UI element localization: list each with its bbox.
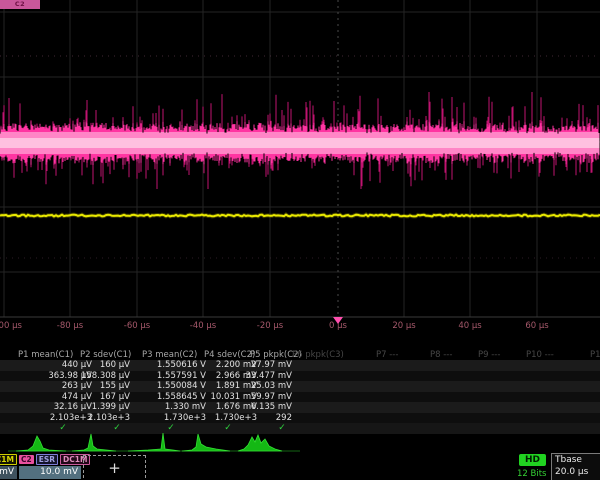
param-header-p7[interactable]: P7 --- <box>376 350 398 360</box>
timebase-descriptor[interactable]: Tbase 20.0 µs <box>551 453 600 480</box>
param-value: 1.550084 V <box>157 381 206 391</box>
param-value: 6.135 mV <box>251 402 292 412</box>
descriptor-footer: C1 DC1M 10.0 mV C2 ESR DC1M 10.0 mV + HD… <box>0 452 600 480</box>
param-header-p11[interactable]: P11 <box>590 350 600 360</box>
c1-vertical-scale: 10.0 mV <box>0 466 17 479</box>
param-value: 292 <box>276 413 292 423</box>
param-value: 167 µV <box>100 392 130 402</box>
param-value: 27.97 mV <box>251 360 292 370</box>
c2-vertical-scale: 10.0 mV <box>19 466 81 479</box>
channel-c1-descriptor[interactable]: C1 DC1M 10.0 mV <box>0 453 17 479</box>
param-value: 155 µV <box>100 381 130 391</box>
measurement-histicons <box>0 430 600 453</box>
param-value: 160 µV <box>100 360 130 370</box>
param-value: 158.308 µV <box>81 371 130 381</box>
histicon-p2[interactable] <box>72 434 116 451</box>
param-value: 1.730e+3 <box>215 413 257 423</box>
param-value: 440 µV <box>62 360 92 370</box>
param-header-p1[interactable]: P1 mean(C1) <box>18 350 73 360</box>
hd-mode-badge[interactable]: HD <box>519 454 546 466</box>
histicon-p3[interactable] <box>128 433 180 451</box>
timebase-label: Tbase <box>552 454 600 465</box>
param-value: 2.103e+3 <box>50 413 92 423</box>
histicon-p1[interactable] <box>16 436 66 451</box>
param-value: 32.16 µV <box>54 402 92 412</box>
hd-bits-label: 12 Bits <box>517 469 546 479</box>
param-value: 25.03 mV <box>251 381 292 391</box>
histicon-p5[interactable] <box>238 435 282 451</box>
c2-esr-badge: ESR <box>36 454 58 465</box>
param-value: 59.97 mV <box>251 392 292 402</box>
param-value: 263 µV <box>62 381 92 391</box>
param-value: 1.399 µV <box>92 402 130 412</box>
c1-coupling-badge: DC1M <box>0 454 17 465</box>
add-trace-button[interactable]: + <box>83 455 146 480</box>
param-header-p8[interactable]: P8 --- <box>430 350 452 360</box>
param-header-p6[interactable]: P6 pkpk(C3) <box>292 350 344 360</box>
param-value: 1.550616 V <box>157 360 206 370</box>
param-value: 33.477 mV <box>245 371 292 381</box>
channel-c2-descriptor[interactable]: C2 ESR DC1M 10.0 mV <box>19 453 81 479</box>
histicon-p4[interactable] <box>182 434 230 451</box>
param-value: 1.558645 V <box>157 392 206 402</box>
param-value: 474 µV <box>62 392 92 402</box>
c2-channel-badge: C2 <box>19 455 34 464</box>
param-value: 1.730e+3 <box>164 413 206 423</box>
oscilloscope-screen: C2 -100 µs-80 µs-60 µs-40 µs-20 µs0 µs20… <box>0 0 600 480</box>
timebase-value: 20.0 µs <box>552 465 600 477</box>
param-value: 2.103e+3 <box>88 413 130 423</box>
measurement-table: P1 mean(C1)440 µV363.98 µV263 µV474 µV32… <box>0 0 600 480</box>
param-header-p3[interactable]: P3 mean(C2) <box>142 350 197 360</box>
param-value: 1.330 mV <box>165 402 206 412</box>
param-header-p10[interactable]: P10 --- <box>526 350 554 360</box>
param-header-p2[interactable]: P2 sdev(C1) <box>80 350 131 360</box>
param-header-p9[interactable]: P9 --- <box>478 350 500 360</box>
param-header-p4[interactable]: P4 sdev(C2) <box>204 350 255 360</box>
param-value: 1.557591 V <box>157 371 206 381</box>
